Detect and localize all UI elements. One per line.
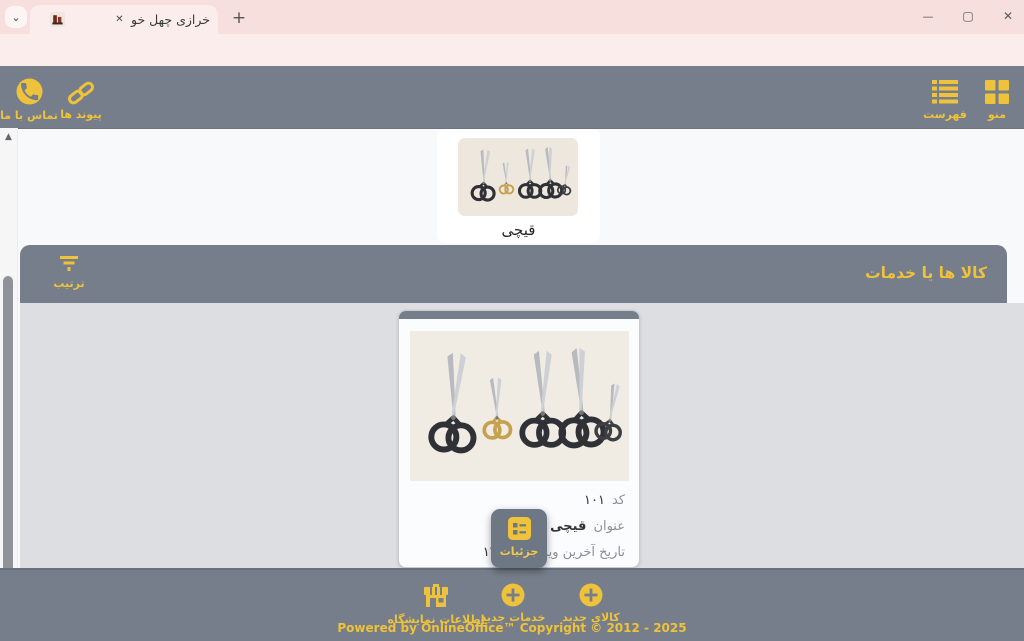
plus-circle-icon: [579, 583, 603, 607]
nav-index-label: فهرست: [923, 108, 967, 121]
new-tab-button[interactable]: +: [228, 7, 250, 29]
nav-menu-button[interactable]: منو: [976, 80, 1018, 121]
new-service-button[interactable]: خدمات جدید: [468, 583, 558, 624]
browser-titlebar: ⌄ ✕ خرازی چهل خوشه + — ▢ ✕: [0, 0, 1024, 34]
sort-label: ترتیب: [53, 277, 84, 290]
nav-index-button[interactable]: فهرست: [918, 80, 972, 121]
site-navbar: تماس با ما پیوند ها: [0, 66, 1024, 129]
window-maximize-button[interactable]: ▢: [956, 4, 980, 28]
window-close-button[interactable]: ✕: [996, 4, 1020, 28]
tab-title: خرازی چهل خوشه: [130, 12, 210, 27]
tab-search-chevron-icon[interactable]: ⌄: [5, 6, 27, 28]
browser-window: ⌄ ✕ خرازی چهل خوشه + — ▢ ✕ ← → ↻: [0, 0, 1024, 641]
product-card[interactable]: کد ۱۰۱ عنوان قیچی دالبر تاریخ آخرین ویرا…: [398, 310, 640, 568]
details-form-icon: [508, 517, 531, 540]
nav-menu-label: منو: [988, 108, 1006, 121]
category-image: [458, 138, 578, 216]
browser-toolbar: ← → ↻ 40khoushe.hamsayab.com/SCM/Product…: [0, 34, 1024, 66]
filter-icon: [60, 256, 78, 272]
nav-links-label: پیوند ها: [60, 108, 102, 121]
category-card[interactable]: قیچی: [437, 129, 600, 243]
nav-contact-button[interactable]: تماس با ما: [3, 78, 55, 122]
page-scrollbar[interactable]: ▲: [0, 128, 18, 568]
product-image: [410, 331, 629, 481]
sort-button[interactable]: ترتیب: [46, 256, 92, 290]
section-title: کالا ها یا خدمات: [865, 264, 987, 282]
link-chain-icon: [66, 80, 96, 106]
details-label: جزئیات: [500, 545, 539, 558]
product-code-row: کد ۱۰۱: [584, 493, 625, 508]
grid-icon: [985, 80, 1009, 104]
new-product-button[interactable]: کالای جدید: [548, 583, 634, 624]
category-title: قیچی: [437, 221, 600, 239]
tab-close-icon[interactable]: ✕: [112, 12, 127, 27]
window-minimize-button[interactable]: —: [916, 4, 940, 28]
phone-icon: [16, 78, 43, 105]
product-code-label: کد: [612, 493, 625, 508]
copyright-footer: Powered by OnlineOffice™ Copyright © 201…: [0, 621, 1024, 635]
scroll-up-arrow-icon[interactable]: ▲: [0, 130, 17, 144]
browser-tab[interactable]: ✕ خرازی چهل خوشه: [30, 5, 218, 34]
product-name-label: عنوان: [593, 519, 625, 534]
product-card-top-bar: [399, 311, 639, 319]
products-section-header: ترتیب کالا ها یا خدمات: [20, 245, 1007, 303]
tab-favicon: [50, 12, 65, 27]
plus-circle-icon: [501, 583, 525, 607]
details-button[interactable]: جزئیات: [491, 509, 547, 568]
list-icon: [932, 80, 958, 104]
nav-links-button[interactable]: پیوند ها: [56, 80, 106, 121]
nav-contact-label: تماس با ما: [0, 109, 58, 122]
product-code-value: ۱۰۱: [584, 493, 605, 508]
storefront-icon: [422, 584, 450, 608]
